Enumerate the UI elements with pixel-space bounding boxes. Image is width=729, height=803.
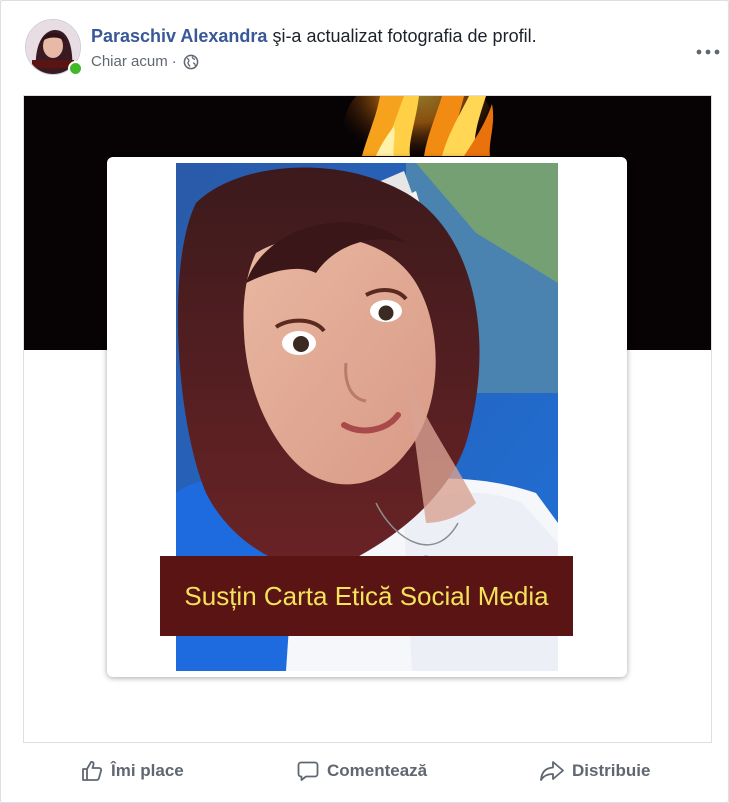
post-actions-bar: Îmi place Comentează Distribuie [23, 745, 712, 801]
post-card: Paraschiv Alexandra şi-a actualizat foto… [0, 0, 729, 803]
globe-icon[interactable] [183, 54, 199, 70]
post-header: Paraschiv Alexandra şi-a actualizat foto… [25, 19, 720, 79]
like-label: Îmi place [111, 761, 184, 780]
post-action-text: şi-a actualizat fotografia de profil. [267, 26, 537, 46]
comment-button[interactable]: Comentează [296, 759, 427, 783]
meta-separator: · [171, 53, 177, 70]
comment-icon [296, 759, 320, 783]
post-meta: Chiar acum · [91, 52, 199, 72]
share-label: Distribuie [572, 761, 651, 780]
comment-label: Comentează [327, 761, 428, 780]
profile-avatar[interactable] [25, 19, 83, 76]
more-options-button[interactable] [691, 41, 725, 61]
profile-picture-frame[interactable]: Susțin Carta Etică Social Media [107, 157, 627, 677]
author-name-link[interactable]: Paraschiv Alexandra [91, 26, 267, 46]
online-status-indicator [68, 61, 83, 76]
more-options-icon [696, 42, 720, 60]
post-title: Paraschiv Alexandra şi-a actualizat foto… [91, 25, 537, 47]
share-arrow-icon [539, 759, 565, 783]
post-timestamp[interactable]: Chiar acum [91, 52, 168, 72]
share-button[interactable]: Distribuie [539, 759, 650, 783]
profile-update-photo[interactable]: Susțin Carta Etică Social Media [23, 95, 712, 743]
frame-caption: Susțin Carta Etică Social Media [184, 580, 549, 611]
profile-frame-banner: Susțin Carta Etică Social Media [160, 556, 573, 636]
like-button[interactable]: Îmi place [80, 759, 184, 783]
thumbs-up-icon [80, 759, 104, 783]
